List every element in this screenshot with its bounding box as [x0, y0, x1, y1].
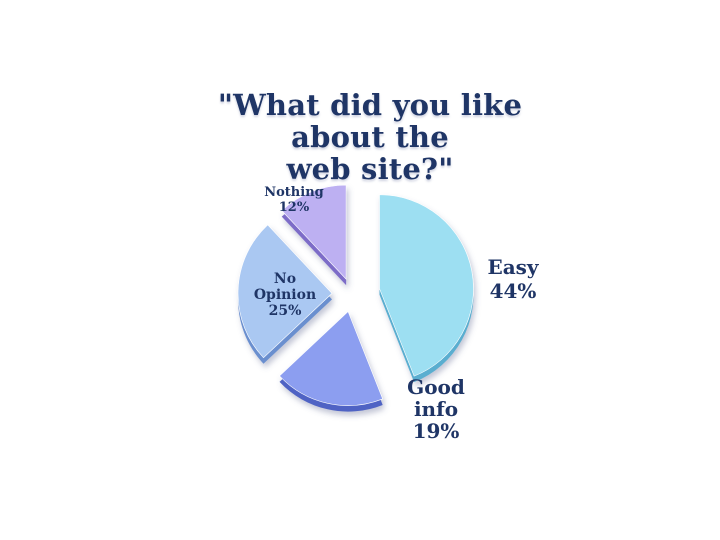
pie-slice-top [379, 194, 474, 377]
pie-slice-easy [379, 194, 474, 383]
slice-label-line: 25% [269, 303, 302, 319]
slice-label-line: Easy [487, 255, 539, 279]
slice-label-line: 12% [279, 200, 310, 215]
slice-label-line: info [414, 397, 458, 421]
slice-label-line: Opinion [254, 287, 316, 303]
slide: "What did you like about the web site?" … [0, 0, 720, 540]
slice-label-good: Good info 19% [407, 375, 465, 443]
slice-label-line: 44% [490, 279, 537, 303]
slice-label-line: Good [407, 375, 465, 399]
slice-label-line: No [274, 271, 296, 287]
slice-label-line: 19% [413, 419, 460, 443]
slice-label-line: Nothing [264, 185, 324, 200]
pie-chart: Easy 44% Good info 19% No Opinion 25% Nothing 12% [237, 184, 540, 443]
slice-label-easy: Easy 44% [487, 255, 539, 303]
